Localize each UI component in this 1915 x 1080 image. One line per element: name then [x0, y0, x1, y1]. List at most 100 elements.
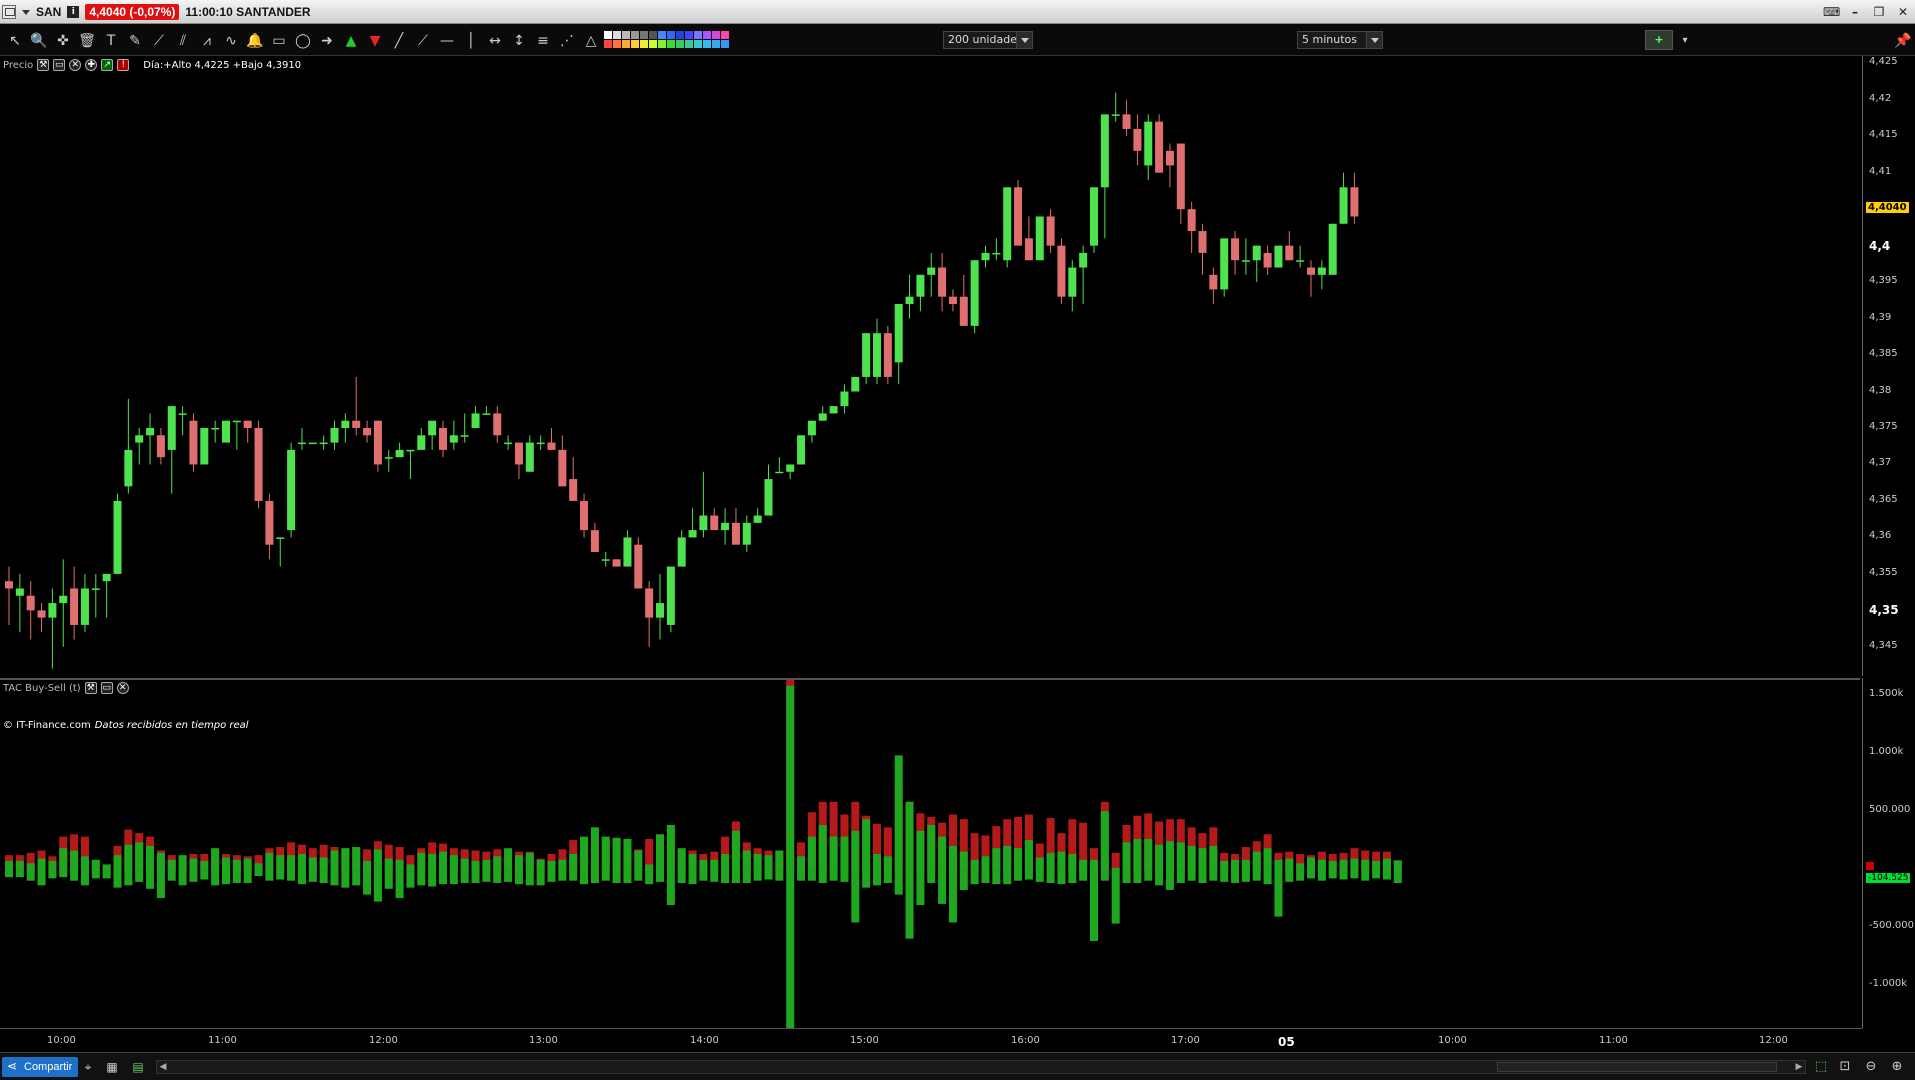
color-swatch[interactable] — [640, 31, 648, 39]
pointer-icon[interactable]: ↖ — [6, 32, 24, 50]
indicator-chart[interactable] — [0, 680, 1860, 1028]
fibonacci-icon[interactable]: ≡ — [534, 32, 552, 50]
color-swatch[interactable] — [676, 40, 684, 48]
zoom-icon[interactable]: 🔍 — [30, 32, 48, 50]
triangle-icon[interactable]: △ — [582, 32, 600, 50]
rectangle-icon[interactable]: ▭ — [270, 32, 288, 50]
time-scrollbar[interactable]: ◀ ▶ — [156, 1060, 1806, 1074]
zigzag-icon[interactable]: ⩘ — [198, 32, 216, 50]
zoom-in-icon[interactable]: ⊕ — [1888, 1058, 1906, 1076]
buy-volume-bar — [504, 871, 513, 882]
price-chart[interactable] — [0, 56, 1860, 676]
color-swatch[interactable] — [685, 31, 693, 39]
export-icon[interactable]: ↗ — [101, 59, 114, 71]
scroll-left-arrow-icon[interactable]: ◀ — [157, 1061, 169, 1073]
close-icon[interactable]: ✕ — [116, 682, 129, 694]
measure-vertical-icon[interactable]: ↕ — [510, 32, 528, 50]
zoom-out-icon[interactable]: ⊖ — [1862, 1058, 1880, 1076]
color-swatch[interactable] — [676, 31, 684, 39]
calculator-icon[interactable]: ▦ — [104, 1059, 120, 1075]
measure-horizontal-icon[interactable]: ↔ — [486, 32, 504, 50]
color-swatch[interactable] — [604, 31, 612, 39]
color-swatch[interactable] — [694, 31, 702, 39]
color-swatch[interactable] — [721, 40, 729, 48]
ticker-symbol[interactable]: SAN — [36, 5, 61, 19]
color-swatch[interactable] — [712, 40, 720, 48]
arrow-down-icon[interactable]: ▼ — [366, 32, 384, 50]
price-axis[interactable]: 4,345 4,35 4,355 4,36 4,365 4,37 4,375 4,38 4,38… — [1862, 56, 1915, 676]
time-axis[interactable]: 10:00 11:00 12:00 13:00 14:00 15:00 16:00 17:00… — [0, 1028, 1862, 1052]
color-swatch[interactable] — [622, 31, 630, 39]
bell-icon[interactable]: 🔔 — [246, 32, 264, 50]
color-swatch[interactable] — [712, 31, 720, 39]
color-swatch[interactable] — [721, 31, 729, 39]
candle-body — [536, 442, 545, 445]
keyboard-icon[interactable]: ⌨ — [1823, 5, 1840, 19]
pencil-icon[interactable]: ✎ — [126, 32, 144, 50]
ray-icon[interactable]: ⟋ — [414, 32, 432, 50]
color-swatch[interactable] — [622, 40, 630, 48]
color-swatch[interactable] — [604, 40, 612, 48]
wave-icon[interactable]: ∿ — [222, 32, 240, 50]
layout-icon[interactable]: ▤ — [130, 1059, 146, 1075]
gann-fan-icon[interactable]: ⋰ — [558, 32, 576, 50]
line-icon[interactable]: ╱ — [390, 32, 408, 50]
chevron-down-icon[interactable]: ▾ — [1676, 32, 1694, 50]
channel-icon[interactable]: ⫽ — [174, 32, 192, 50]
indicator-axis[interactable]: 1.500k 1.000k 500.000 -500.000 -1.000k — [1862, 678, 1915, 1028]
pin-icon[interactable]: 📌 — [1894, 32, 1912, 50]
scroll-right-arrow-icon[interactable]: ▶ — [1793, 1061, 1805, 1073]
text-tool-icon[interactable]: T — [102, 32, 120, 50]
alert-icon[interactable]: ! — [117, 59, 130, 71]
chevron-down-icon[interactable] — [22, 9, 30, 15]
color-swatch[interactable] — [613, 40, 621, 48]
color-swatch[interactable] — [667, 31, 675, 39]
color-swatch[interactable] — [613, 31, 621, 39]
window-icon[interactable] — [2, 5, 16, 19]
color-swatch[interactable] — [631, 31, 639, 39]
settings-icon[interactable]: ✚ — [85, 59, 98, 71]
arrow-right-icon[interactable]: ➜ — [318, 32, 336, 50]
units-select[interactable]: 200 unidades — [943, 31, 1033, 49]
crosshair-tool-icon[interactable]: ✜ — [54, 32, 72, 50]
horizontal-line-icon[interactable]: — — [438, 32, 456, 50]
chart-type-icon[interactable]: ⬚ — [1812, 1058, 1830, 1076]
close-icon[interactable]: ✕ — [69, 59, 82, 71]
wrench-icon[interactable]: ⚒ — [84, 682, 97, 694]
price-chart-panel[interactable]: Precio ⚒ ▭ ✕ ✚ ↗ ! Día:+Alto 4,4225 +Baj… — [0, 56, 1860, 731]
color-swatch[interactable] — [703, 40, 711, 48]
chevron-down-icon[interactable] — [1366, 32, 1382, 48]
close-button[interactable]: ✕ — [1895, 5, 1911, 19]
trash-icon[interactable]: 🗑 — [78, 32, 96, 50]
minimize-button[interactable]: – — [1847, 5, 1863, 19]
color-swatch[interactable] — [649, 40, 657, 48]
info-icon[interactable]: i — [67, 6, 80, 18]
window-icon[interactable]: ▭ — [53, 59, 66, 71]
candle-body — [113, 500, 122, 574]
vertical-line-icon[interactable]: │ — [462, 32, 480, 50]
color-swatch[interactable] — [631, 40, 639, 48]
indicator-panel[interactable]: TAC Buy-Sell (t) ⚒ ▭ ✕ — [0, 678, 1860, 1028]
color-swatch[interactable] — [703, 31, 711, 39]
arrow-up-icon[interactable]: ▲ — [342, 32, 360, 50]
scroll-thumb[interactable] — [1497, 1062, 1777, 1072]
trendline-icon[interactable]: ⟋ — [150, 32, 168, 50]
color-swatch[interactable] — [640, 40, 648, 48]
color-swatch[interactable] — [667, 40, 675, 48]
crosshair-icon[interactable]: ⌖ — [80, 1059, 96, 1075]
share-button[interactable]: ⋖ Compartir — [2, 1057, 79, 1077]
color-swatch[interactable] — [658, 40, 666, 48]
zoom-fit-icon[interactable]: ⊡ — [1836, 1058, 1854, 1076]
interval-select[interactable]: 5 minutos — [1297, 31, 1383, 49]
wrench-icon[interactable]: ⚒ — [37, 59, 50, 71]
restore-button[interactable]: ❐ — [1871, 5, 1887, 19]
chevron-down-icon[interactable] — [1016, 32, 1032, 48]
color-swatch[interactable] — [649, 31, 657, 39]
add-indicator-button[interactable]: + — [1645, 30, 1673, 50]
ellipse-icon[interactable]: ◯ — [294, 32, 312, 50]
color-palette[interactable] — [604, 31, 729, 48]
color-swatch[interactable] — [694, 40, 702, 48]
color-swatch[interactable] — [685, 40, 693, 48]
window-icon[interactable]: ▭ — [100, 682, 113, 694]
color-swatch[interactable] — [658, 31, 666, 39]
